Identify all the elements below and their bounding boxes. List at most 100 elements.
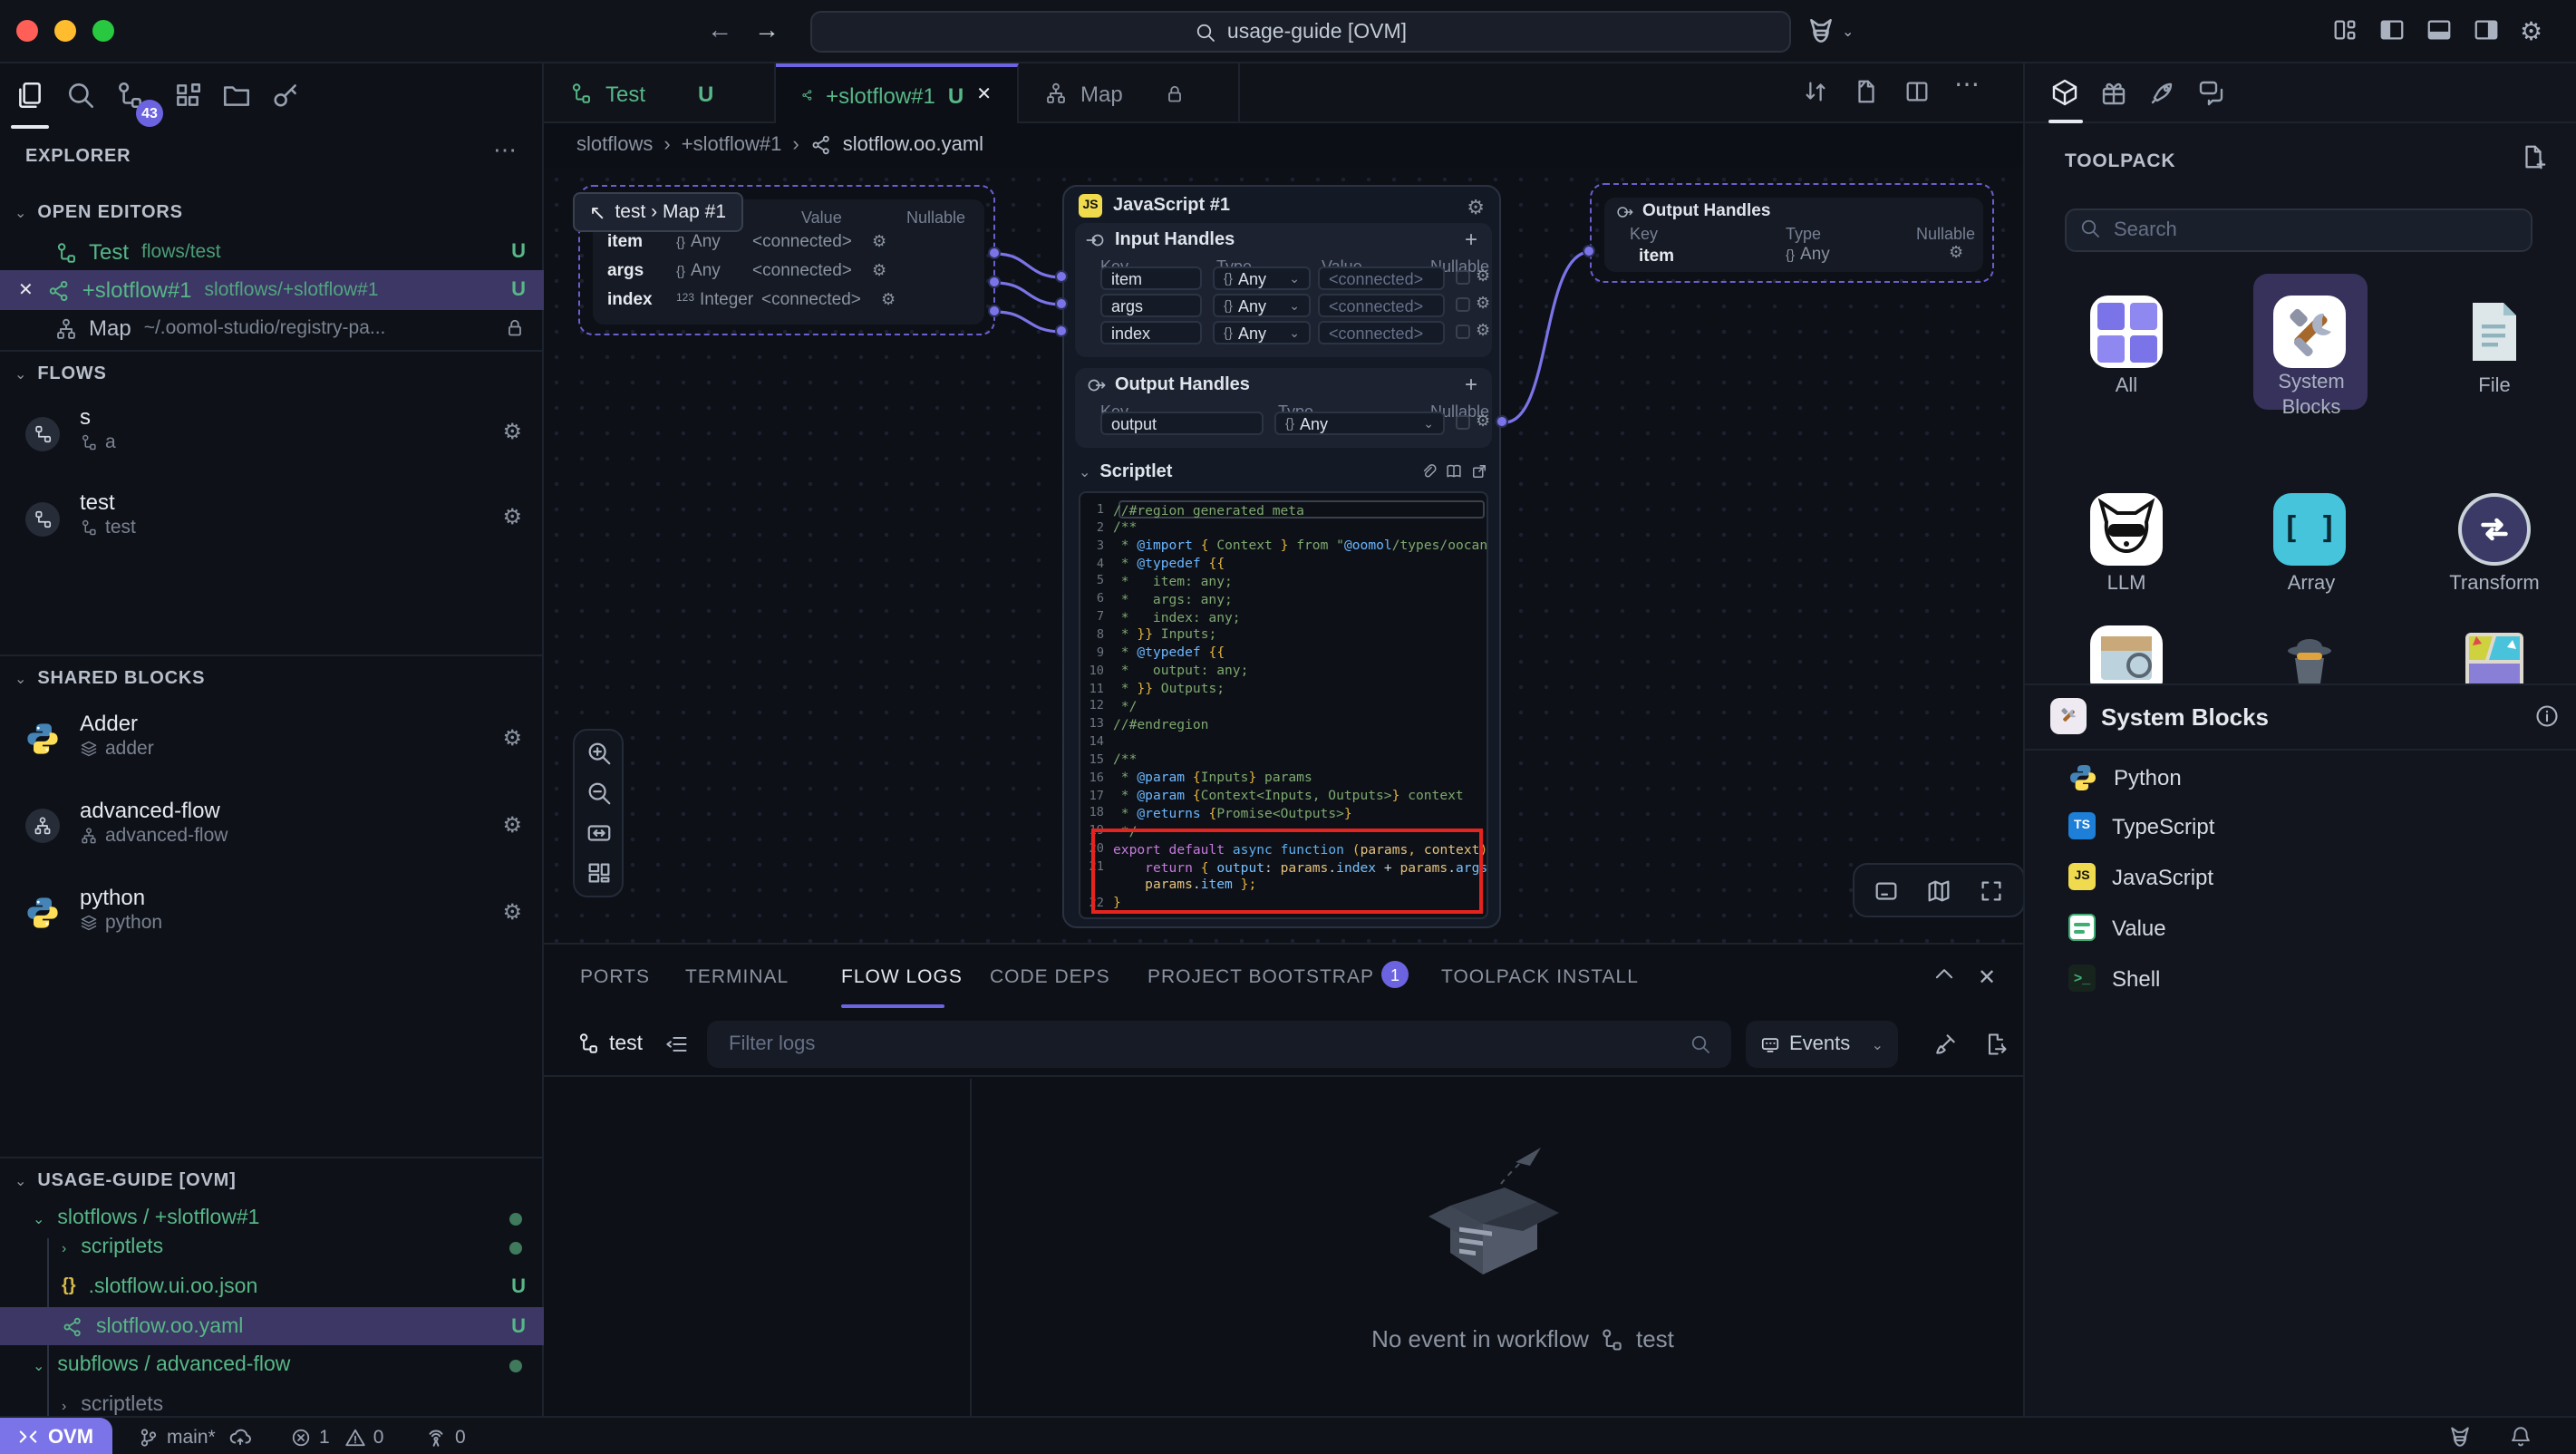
input-value-field[interactable]: <connected> <box>1318 321 1445 344</box>
open-editor-slotflow[interactable]: ✕ +slotflow#1 slotflows/+slotflow#1 U <box>0 270 544 310</box>
notifications-button[interactable] <box>2509 1418 2532 1454</box>
shared-block-advanced-flow[interactable]: advanced-flow advanced-flow ⚙ <box>0 794 544 863</box>
toggle-right-sidebar-button[interactable] <box>2473 16 2500 44</box>
tile-llm-icon[interactable] <box>2090 493 2163 566</box>
nullable-checkbox[interactable] <box>1456 297 1470 312</box>
gear-icon[interactable]: ⚙ <box>872 231 886 251</box>
toolpack-tab-button[interactable] <box>2050 78 2079 107</box>
export-logs-button[interactable] <box>1983 1032 2009 1057</box>
code-line[interactable]: 5 * item: any; <box>1080 572 1487 590</box>
code-line[interactable]: 3 * @import { Context } from "@oomol/typ… <box>1080 536 1487 554</box>
nullable-checkbox[interactable] <box>1456 270 1470 285</box>
activity-folder-button[interactable] <box>221 80 252 111</box>
shared-block-python[interactable]: python python ⚙ <box>0 881 544 950</box>
flow-item-s[interactable]: s a ⚙ <box>0 401 544 470</box>
code-line[interactable]: 13//#endregion <box>1080 714 1487 732</box>
chat-tab-button[interactable] <box>2197 78 2226 107</box>
cloud-upload-icon[interactable] <box>228 1425 252 1449</box>
nullable-checkbox[interactable] <box>1456 325 1470 339</box>
block-python[interactable]: Python <box>2025 752 2576 801</box>
scriptlet-code-editor[interactable]: 1//#region generated meta2/**3 * @import… <box>1079 491 1488 919</box>
tab-flow-logs[interactable]: FLOW LOGS <box>841 966 963 988</box>
gear-icon[interactable]: ⚙ <box>502 419 522 444</box>
tile-system-blocks-icon[interactable] <box>2273 296 2346 368</box>
tab-map[interactable]: Map <box>1019 63 1240 123</box>
deploy-tab-button[interactable] <box>2148 78 2177 107</box>
history-forward-button[interactable]: → <box>754 15 780 44</box>
open-editors-header[interactable]: ⌄ OPEN EDITORS <box>0 192 544 232</box>
breadcrumb[interactable]: slotflows › +slotflow#1 › slotflow.oo.ya… <box>544 123 2023 167</box>
fullscreen-button[interactable] <box>1978 877 2005 904</box>
mascot-menu-button[interactable] <box>1806 16 1836 47</box>
git-branch-status[interactable]: main* <box>138 1418 252 1454</box>
js-input-handle-item[interactable] <box>1055 270 1068 283</box>
tab-terminal[interactable]: TERMINAL <box>685 966 789 988</box>
flows-header[interactable]: ⌄ FLOWS <box>0 354 544 393</box>
close-window-button[interactable] <box>16 20 38 42</box>
console-button[interactable] <box>1873 877 1900 904</box>
fit-view-button[interactable] <box>585 819 612 847</box>
tab-code-deps[interactable]: CODE DEPS <box>990 966 1110 988</box>
explorer-more-button[interactable]: ⋯ <box>493 136 517 165</box>
tree-slotflow-ui-json[interactable]: {} .slotflow.ui.oo.json U <box>0 1267 544 1305</box>
tile-array-icon[interactable]: [ ] <box>2273 493 2346 566</box>
input-key-field[interactable]: args <box>1100 294 1202 317</box>
zoom-out-button[interactable] <box>585 780 612 807</box>
activity-search-button[interactable] <box>65 80 96 111</box>
settings-gear-button[interactable]: ⚙ <box>2520 16 2542 47</box>
map-output-handle-args[interactable] <box>988 276 1001 288</box>
toggle-bottom-panel-button[interactable] <box>2426 16 2453 44</box>
command-center-search[interactable]: usage-guide [OVM] <box>810 11 1791 53</box>
mascot-status-button[interactable] <box>2447 1418 2473 1454</box>
code-line[interactable]: 18 * @returns {Promise<Outputs>} <box>1080 804 1487 822</box>
tile-all-label[interactable]: All <box>2054 375 2199 397</box>
code-line[interactable]: 11 * }} Outputs; <box>1080 679 1487 697</box>
shared-blocks-header[interactable]: ⌄ SHARED BLOCKS <box>0 658 544 698</box>
code-line[interactable]: 7 * index: any; <box>1080 607 1487 625</box>
tile-file-label[interactable]: File <box>2422 375 2567 397</box>
gear-icon[interactable]: ⚙ <box>1476 267 1490 286</box>
tile-comic-icon[interactable] <box>2458 625 2531 683</box>
code-line[interactable]: 15/** <box>1080 751 1487 769</box>
events-filter-select[interactable]: Events ⌄ <box>1746 1021 1898 1068</box>
add-output-button[interactable]: + <box>1465 372 1477 397</box>
scriptlet-header[interactable]: ⌄ Scriptlet <box>1079 462 1172 482</box>
minimize-window-button[interactable] <box>54 20 76 42</box>
gear-icon[interactable]: ⚙ <box>1476 412 1490 431</box>
zoom-in-button[interactable] <box>585 740 612 767</box>
gear-icon[interactable]: ⚙ <box>1476 294 1490 314</box>
customize-layout-button[interactable] <box>2331 16 2358 44</box>
info-icon[interactable] <box>2534 703 2560 729</box>
code-line[interactable]: 17 * @param {Context<Inputs, Outputs>} c… <box>1080 786 1487 804</box>
block-shell[interactable]: >_ Shell <box>2025 954 2576 1003</box>
split-editor-button[interactable] <box>1903 78 1931 105</box>
gear-icon[interactable]: ⚙ <box>502 812 522 838</box>
tab-slotflow[interactable]: +slotflow#1 U ✕ <box>776 63 1019 123</box>
gear-icon[interactable]: ⚙ <box>872 260 886 280</box>
shared-block-adder[interactable]: Adder adder ⚙ <box>0 707 544 776</box>
tab-ports[interactable]: PORTS <box>580 966 650 988</box>
gear-icon[interactable]: ⚙ <box>1467 196 1485 219</box>
export-file-button[interactable] <box>1853 78 1880 105</box>
code-line[interactable]: 1//#region generated meta <box>1080 500 1487 519</box>
gear-icon[interactable]: ⚙ <box>881 289 896 309</box>
js-input-handle-args[interactable] <box>1055 297 1068 310</box>
map-output-handle-index[interactable] <box>988 305 1001 317</box>
code-line[interactable]: 12 */ <box>1080 697 1487 715</box>
tile-system-blocks-label-2[interactable]: Blocks <box>2239 397 2384 419</box>
code-line[interactable]: 14 <box>1080 732 1487 751</box>
output-node-input-handle[interactable] <box>1583 245 1595 257</box>
input-key-field[interactable]: index <box>1100 321 1202 344</box>
block-typescript[interactable]: TS TypeScript <box>2025 801 2576 850</box>
activity-explorer-button[interactable] <box>15 80 45 111</box>
input-value-field[interactable]: <connected> <box>1318 267 1445 290</box>
code-line[interactable]: 4 * @typedef {{ <box>1080 554 1487 572</box>
tile-all-icon[interactable] <box>2090 296 2163 368</box>
gear-icon[interactable]: ⚙ <box>1476 321 1490 341</box>
input-value-field[interactable]: <connected> <box>1318 294 1445 317</box>
tile-spy-icon[interactable] <box>2273 625 2346 683</box>
map-output-handle-item[interactable] <box>988 247 1001 259</box>
minimap-button[interactable] <box>1925 877 1952 904</box>
tree-subflows[interactable]: ⌄ subflows / advanced-flow <box>0 1347 544 1383</box>
selected-node-chip[interactable]: ↖ test › Map #1 <box>573 192 742 232</box>
